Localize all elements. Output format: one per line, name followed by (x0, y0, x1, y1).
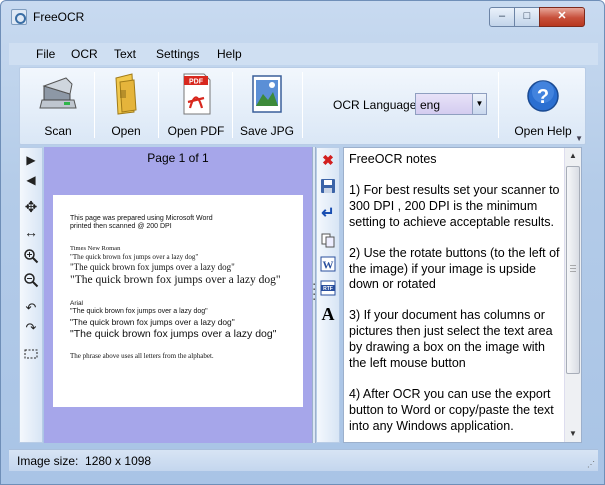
toolbar-separator (232, 72, 233, 138)
toolbar-overflow-icon[interactable]: ▼ (575, 134, 583, 143)
menu-file[interactable]: File (36, 47, 55, 61)
enter-icon[interactable]: ↵ (320, 206, 336, 222)
toolbar-separator (94, 72, 95, 138)
copy-icon[interactable] (320, 232, 336, 248)
scan-button[interactable]: Scan (26, 70, 90, 142)
notes-paragraph: 2) Use the rotate buttons (to the left o… (349, 245, 560, 292)
toolbar-separator (302, 72, 303, 138)
zoom-out-icon[interactable] (23, 272, 39, 288)
menu-settings[interactable]: Settings (156, 47, 199, 61)
clear-icon[interactable]: ✖ (320, 152, 336, 168)
scanned-page-image[interactable]: This page was prepared using Microsoft W… (53, 195, 303, 407)
svg-text:W: W (323, 260, 334, 272)
splitter-grip: ▪ ▪ ▪ ▪ (313, 282, 316, 303)
scan-icon (39, 77, 77, 109)
save-jpg-button[interactable]: Save JPG (236, 70, 298, 142)
image-size-value: 1280 x 1098 (85, 454, 152, 468)
open-button[interactable]: Open (98, 70, 154, 142)
rtf-icon[interactable]: RTF (320, 280, 336, 296)
select-area-icon[interactable] (23, 346, 39, 362)
close-button[interactable]: ✕ (539, 7, 585, 27)
jpg-icon (252, 75, 282, 113)
menu-help[interactable]: Help (217, 47, 242, 61)
pdf-badge-text: PDF (189, 79, 204, 86)
folder-icon (115, 73, 137, 115)
scroll-up-icon[interactable]: ▲ (565, 148, 581, 164)
notes-title: FreeOCR notes (349, 152, 437, 166)
image-tools-bar: ▶ ◀ ✥ ↔ ↶ ↷ (19, 147, 43, 443)
status-bar: Image size: 1280 x 1098 ⋰ (9, 449, 598, 471)
save-jpg-label: Save JPG (239, 124, 295, 138)
doc-line: printed then scanned @ 200 DPI (70, 223, 172, 230)
open-pdf-label: Open PDF (167, 124, 225, 138)
vertical-scrollbar[interactable]: ▲ — — — ▼ (564, 148, 581, 442)
app-icon (11, 9, 27, 25)
open-help-label: Open Help (514, 124, 572, 138)
image-pane[interactable]: Page 1 of 1 This page was prepared using… (44, 147, 312, 443)
rotate-left-icon[interactable]: ↶ (23, 300, 39, 316)
fit-width-icon[interactable]: ↔ (23, 224, 39, 240)
doc-line: Times New Roman (70, 245, 121, 252)
font-icon[interactable]: A (320, 305, 336, 323)
next-icon[interactable]: ▶ (23, 152, 39, 168)
zoom-in-icon[interactable] (23, 248, 39, 264)
doc-line: "The quick brown fox jumps over a lazy d… (70, 308, 208, 315)
scroll-down-icon[interactable]: ▼ (565, 426, 581, 442)
help-icon: ? (527, 80, 559, 112)
chevron-down-icon[interactable]: ▼ (472, 94, 486, 114)
ocr-language-select[interactable]: eng ▼ (415, 93, 487, 115)
menu-text[interactable]: Text (114, 47, 136, 61)
status-text: Image size: 1280 x 1098 (17, 454, 151, 468)
resize-grip-icon[interactable]: ⋰ (587, 460, 595, 469)
minimize-button[interactable]: – (489, 7, 515, 27)
scroll-thumb[interactable]: — — — (566, 166, 580, 374)
scan-label: Scan (44, 124, 72, 138)
doc-line: "The quick brown fox jumps over a lazy d… (70, 262, 235, 272)
save-icon[interactable] (320, 178, 336, 194)
help-glyph: ? (537, 86, 549, 108)
doc-line: "The quick brown fox jumps over a lazy d… (70, 328, 277, 340)
word-icon[interactable]: W (320, 256, 336, 272)
notes-paragraph: 3) If your document has columns or pictu… (349, 308, 553, 371)
ocr-language-value: eng (420, 98, 441, 112)
ocr-text-area[interactable]: FreeOCR notes 1) For best results set yo… (343, 147, 582, 443)
doc-line: Arial (70, 300, 84, 307)
doc-line: This page was prepared using Microsoft W… (70, 215, 213, 222)
open-help-button[interactable]: ? Open Help (504, 70, 582, 142)
toolbar-separator (158, 72, 159, 138)
ocr-text-content[interactable]: FreeOCR notes 1) For best results set yo… (349, 152, 561, 435)
notes-paragraph: 4) After OCR you can use the export butt… (349, 386, 554, 433)
open-pdf-button[interactable]: PDF Open PDF (162, 70, 230, 142)
page-info: Page 1 of 1 (147, 151, 209, 165)
pdf-icon: PDF (183, 73, 211, 115)
open-label: Open (111, 124, 141, 138)
ocr-language-label: OCR Language: (333, 98, 420, 112)
image-size-label: Image size: (17, 454, 79, 468)
rotate-right-icon[interactable]: ↷ (23, 320, 39, 336)
svg-text:RTF: RTF (323, 286, 333, 292)
menu-ocr[interactable]: OCR (71, 47, 98, 61)
toolbar-separator (498, 72, 499, 138)
doc-line: "The quick brown fox jumps over a lazy d… (70, 253, 199, 261)
doc-line: The phrase above uses all letters from t… (70, 352, 214, 360)
text-tools-bar: ✖ ↵ W RTF A (316, 147, 340, 443)
doc-line: "The quick brown fox jumps over a lazy d… (70, 274, 281, 286)
main-window: FreeOCR – □ ✕ File OCR Text Settings Hel… (0, 0, 605, 485)
menu-bar: File OCR Text Settings Help (9, 43, 598, 65)
prev-icon[interactable]: ◀ (23, 172, 39, 188)
title-bar[interactable]: FreeOCR – □ ✕ (1, 1, 604, 41)
toolbar: Scan Open PDF Open PDF Save JPG OCR Lang… (19, 67, 586, 145)
notes-paragraph: 1) For best results set your scanner to … (349, 182, 560, 229)
maximize-button[interactable]: □ (514, 7, 540, 27)
window-title: FreeOCR (33, 10, 85, 24)
doc-line: "The quick brown fox jumps over a lazy d… (70, 317, 235, 327)
move-icon[interactable]: ✥ (23, 200, 39, 216)
scroll-grip-icon: — — — (570, 263, 576, 275)
